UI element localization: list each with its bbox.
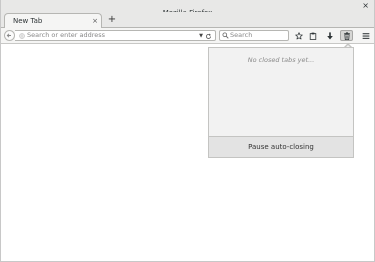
new-tab-button[interactable]: + (106, 12, 118, 27)
nav-bar: ▼ (1, 28, 374, 44)
download-icon (326, 32, 333, 40)
back-button[interactable] (4, 30, 15, 41)
downloads-button[interactable] (323, 30, 336, 41)
site-identity-icon[interactable] (19, 31, 25, 39)
tab-label: New Tab (13, 17, 43, 25)
browser-window: Mozilla Firefox × New Tab × + ▼ (0, 0, 375, 262)
search-icon (222, 32, 229, 39)
closed-tabs-panel: No closed tabs yet... Pause auto-closing (208, 47, 354, 158)
url-input[interactable] (27, 31, 197, 40)
search-bar[interactable] (219, 30, 289, 41)
tab-close-button[interactable]: × (92, 14, 98, 28)
reload-icon[interactable] (205, 31, 212, 40)
back-arrow-icon (6, 33, 11, 38)
url-bar[interactable]: ▼ (15, 30, 216, 41)
url-history-dropdown-icon[interactable]: ▼ (199, 31, 203, 41)
main-menu-button[interactable] (359, 30, 372, 41)
search-input[interactable] (230, 31, 286, 40)
menu-icon (362, 33, 369, 39)
closed-tabs-button[interactable] (340, 30, 353, 41)
star-icon (294, 32, 303, 40)
window-close-button[interactable]: × (362, 0, 369, 12)
bookmark-button[interactable] (292, 30, 305, 41)
empty-message: No closed tabs yet... (247, 56, 315, 64)
pause-auto-closing-button[interactable]: Pause auto-closing (209, 136, 353, 157)
tab-strip: New Tab × + (1, 12, 374, 28)
reader-clipboard-button[interactable] (306, 30, 319, 41)
trash-icon (343, 32, 350, 40)
title-bar: Mozilla Firefox × (1, 0, 374, 17)
clipboard-icon (309, 32, 316, 40)
tab-new-tab[interactable]: New Tab × (4, 13, 102, 28)
